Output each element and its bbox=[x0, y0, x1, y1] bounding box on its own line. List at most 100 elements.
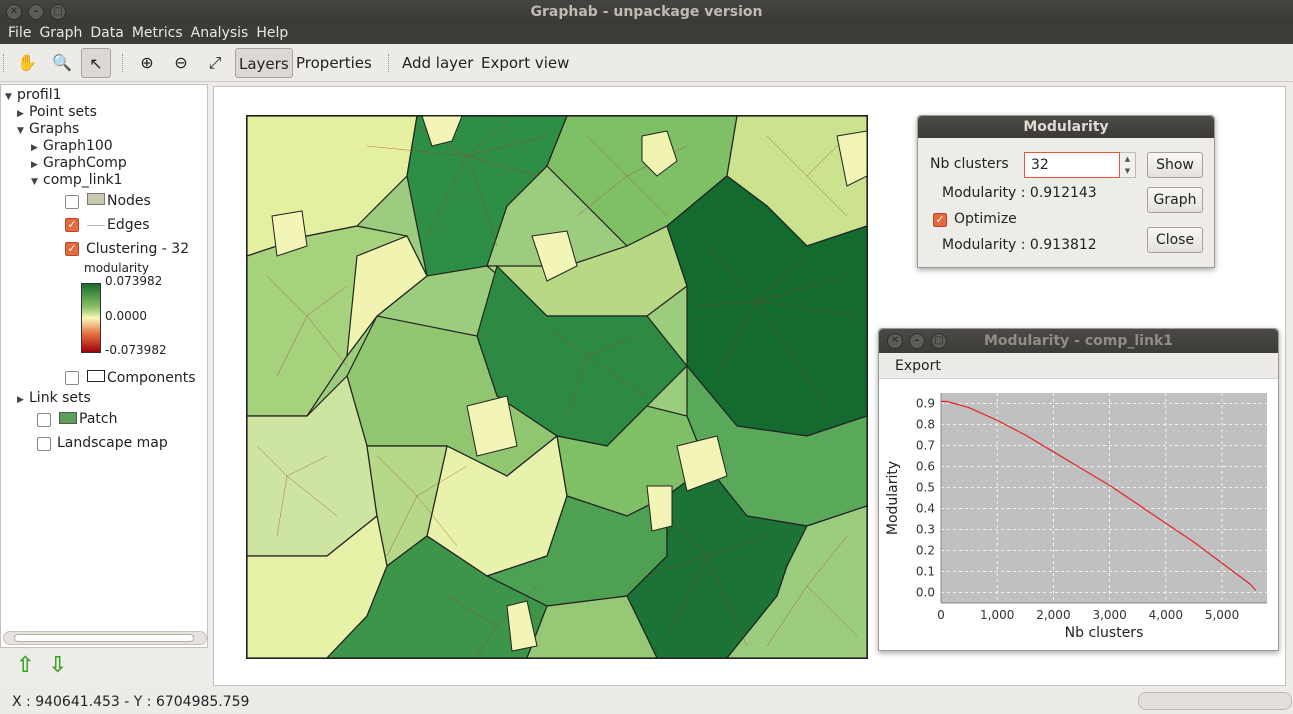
nb-clusters-spinner[interactable]: 32 ▲ ▼ bbox=[1024, 152, 1136, 178]
menu-bar: File Graph Data Metrics Analysis Help bbox=[0, 24, 1293, 44]
chart-window-title: Modularity - comp_link1 bbox=[983, 333, 1173, 349]
add-layer-button[interactable]: Add layer bbox=[402, 48, 473, 78]
x-tick-label: 1,000 bbox=[980, 608, 1014, 622]
x-axis-title: Nb clusters bbox=[1065, 625, 1144, 641]
legend-title: modularity bbox=[84, 261, 150, 275]
legend-mid: 0.0000 bbox=[105, 309, 147, 323]
nodes-checkbox[interactable] bbox=[65, 195, 79, 209]
spinner-arrows-icon[interactable]: ▲ ▼ bbox=[1120, 152, 1136, 178]
minimize-window-icon[interactable]: – bbox=[909, 333, 925, 349]
status-bar: X : 940641.453 - Y : 6704985.759 bbox=[0, 688, 1293, 714]
chart-window-titlebar: ✕ – □ Modularity - comp_link1 bbox=[879, 329, 1278, 353]
modularity-dialog-title: Modularity bbox=[918, 116, 1214, 138]
expanded-arrow-icon[interactable]: ▼ bbox=[5, 92, 17, 102]
minimize-window-icon[interactable]: – bbox=[28, 4, 44, 20]
window-title: Graphab - unpackage version bbox=[530, 4, 763, 20]
collapsed-arrow-icon[interactable]: ▶ bbox=[31, 143, 43, 153]
nodes-swatch bbox=[87, 193, 105, 205]
optimize-label: Optimize bbox=[954, 211, 1017, 227]
nodes-label: Nodes bbox=[107, 193, 151, 209]
y-tick-label: 0.8 bbox=[916, 418, 935, 432]
export-view-button[interactable]: Export view bbox=[481, 48, 569, 78]
zoom-out-icon[interactable]: ⊖ bbox=[166, 48, 196, 78]
pan-hand-icon[interactable]: ✋ bbox=[12, 48, 42, 78]
modularity-chart: 0 1,000 2,000 3,000 4,000 5,000 0.0 0.1 0.2 0.3 0.… bbox=[885, 393, 1267, 641]
components-swatch bbox=[87, 370, 105, 382]
chart-toolbar: Export bbox=[879, 353, 1278, 379]
collapsed-arrow-icon[interactable]: ▶ bbox=[17, 109, 29, 119]
tree-graph100[interactable]: ▶ Graph100 bbox=[31, 138, 113, 154]
clustering-checkbox[interactable]: ✓ bbox=[65, 242, 79, 256]
show-button[interactable]: Show bbox=[1147, 152, 1203, 178]
export-button[interactable]: Export bbox=[895, 358, 941, 374]
y-tick-label: 0.9 bbox=[916, 397, 935, 411]
nb-clusters-label: Nb clusters bbox=[930, 156, 1009, 172]
tree-link-sets[interactable]: ▶ Link sets bbox=[17, 390, 91, 406]
maximize-window-icon[interactable]: □ bbox=[931, 333, 947, 349]
nb-clusters-input[interactable]: 32 bbox=[1024, 152, 1120, 178]
zoom-icon[interactable]: 🔍 bbox=[47, 48, 77, 78]
y-tick-label: 0.3 bbox=[916, 523, 935, 537]
components-checkbox[interactable] bbox=[65, 371, 79, 385]
scrollbar-thumb[interactable] bbox=[14, 634, 194, 642]
close-window-icon[interactable]: ✕ bbox=[6, 4, 22, 20]
tree-horizontal-scrollbar[interactable] bbox=[3, 631, 207, 645]
menu-data[interactable]: Data bbox=[86, 24, 127, 44]
collapsed-arrow-icon[interactable]: ▶ bbox=[31, 160, 43, 170]
legend-color-ramp bbox=[81, 283, 101, 353]
properties-button[interactable]: Properties bbox=[296, 48, 372, 78]
layers-button[interactable]: Layers bbox=[235, 48, 293, 78]
toolbar-separator bbox=[122, 54, 126, 72]
clustering-map[interactable] bbox=[246, 115, 868, 659]
components-label: Components bbox=[107, 370, 196, 386]
tree-graphs[interactable]: ▼ Graphs bbox=[17, 121, 79, 137]
y-tick-label: 0.5 bbox=[916, 481, 935, 495]
zoom-in-icon[interactable]: ⊕ bbox=[132, 48, 162, 78]
legend-min: -0.073982 bbox=[105, 343, 167, 357]
tree-point-sets[interactable]: ▶ Point sets bbox=[17, 104, 97, 120]
y-tick-label: 0.2 bbox=[916, 544, 935, 558]
coordinates-readout: X : 940641.453 - Y : 6704985.759 bbox=[12, 694, 250, 710]
x-tick-label: 0 bbox=[937, 608, 945, 622]
select-pointer-icon[interactable]: ↖ bbox=[81, 48, 111, 78]
optimize-checkbox[interactable]: ✓ bbox=[933, 213, 947, 227]
map-canvas bbox=[247, 116, 867, 658]
progress-bar bbox=[1138, 692, 1292, 710]
fit-view-icon[interactable]: ⤢ bbox=[200, 48, 230, 78]
expanded-arrow-icon[interactable]: ▼ bbox=[31, 177, 43, 187]
tree-comp-link1[interactable]: ▼ comp_link1 bbox=[31, 172, 122, 188]
menu-analysis[interactable]: Analysis bbox=[187, 24, 253, 44]
menu-file[interactable]: File bbox=[4, 24, 35, 44]
menu-help[interactable]: Help bbox=[252, 24, 292, 44]
tree-root[interactable]: ▼ profil1 bbox=[5, 87, 62, 103]
modularity-value-2: Modularity : 0.913812 bbox=[942, 237, 1097, 253]
close-button[interactable]: Close bbox=[1147, 227, 1203, 253]
close-window-icon[interactable]: ✕ bbox=[887, 333, 903, 349]
x-tick-label: 2,000 bbox=[1036, 608, 1070, 622]
patch-label: Patch bbox=[79, 411, 118, 427]
landscape-map-checkbox[interactable] bbox=[37, 437, 51, 451]
edges-checkbox[interactable]: ✓ bbox=[65, 218, 79, 232]
collapsed-arrow-icon[interactable]: ▶ bbox=[17, 395, 29, 405]
tree-graphcomp[interactable]: ▶ GraphComp bbox=[31, 155, 127, 171]
toolbar-grip bbox=[3, 54, 7, 72]
expanded-arrow-icon[interactable]: ▼ bbox=[17, 126, 29, 136]
graph-button[interactable]: Graph bbox=[1147, 187, 1203, 213]
maximize-window-icon[interactable]: □ bbox=[50, 4, 66, 20]
x-tick-label: 4,000 bbox=[1149, 608, 1183, 622]
window-titlebar: ✕ – □ Graphab - unpackage version bbox=[0, 0, 1293, 24]
move-down-arrow-icon[interactable]: ⇩ bbox=[48, 654, 66, 678]
patch-checkbox[interactable] bbox=[37, 413, 51, 427]
landscape-map-label: Landscape map bbox=[57, 435, 168, 451]
x-tick-label: 5,000 bbox=[1205, 608, 1239, 622]
modularity-chart-window: ✕ – □ Modularity - comp_link1 Export 0 1,… bbox=[878, 328, 1279, 651]
edges-label: Edges bbox=[107, 217, 150, 233]
layer-order-buttons: ⇧ ⇩ bbox=[16, 654, 67, 678]
menu-metrics[interactable]: Metrics bbox=[128, 24, 187, 44]
move-up-arrow-icon[interactable]: ⇧ bbox=[16, 654, 34, 678]
edges-swatch bbox=[87, 225, 105, 226]
y-tick-label: 0.4 bbox=[916, 502, 935, 516]
y-tick-label: 0.1 bbox=[916, 565, 935, 579]
y-axis-title: Modularity bbox=[885, 461, 901, 535]
menu-graph[interactable]: Graph bbox=[35, 24, 86, 44]
